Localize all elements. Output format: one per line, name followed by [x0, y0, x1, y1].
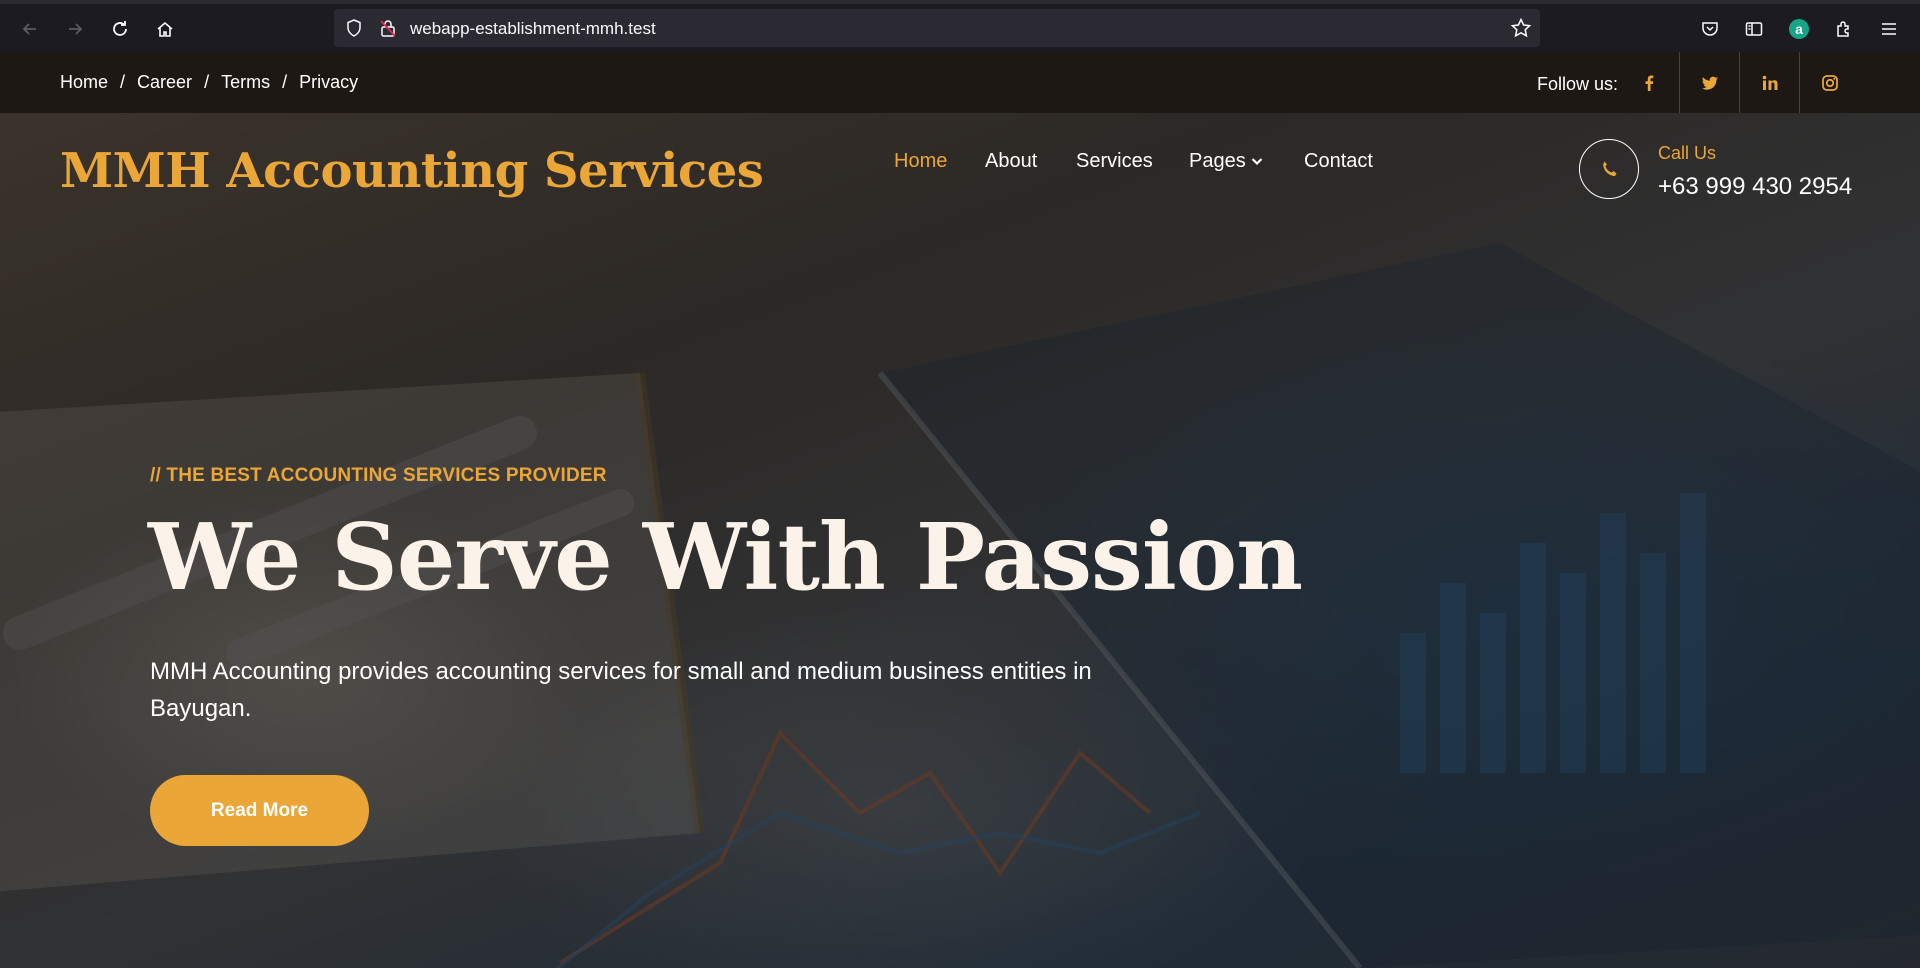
twitter-icon: [1701, 76, 1718, 90]
linkedin-link[interactable]: [1739, 52, 1799, 113]
nav-home[interactable]: Home: [894, 150, 947, 173]
instagram-link[interactable]: [1799, 52, 1859, 113]
hero-headline: We Serve With Passion: [148, 503, 1303, 611]
facebook-link[interactable]: [1619, 52, 1679, 113]
forward-arrow-icon: [69, 23, 83, 35]
hero-section: MMH Accounting Services Home About Servi…: [0, 113, 1920, 968]
breadcrumb-terms[interactable]: Terms: [221, 72, 270, 93]
breadcrumb: Home / Career / Terms / Privacy: [60, 72, 358, 93]
nav-pages[interactable]: Pages: [1189, 150, 1264, 173]
shield-icon[interactable]: [344, 18, 364, 38]
facebook-icon: [1645, 75, 1654, 91]
breadcrumb-separator: /: [120, 72, 126, 92]
chevron-down-icon: [1251, 158, 1262, 166]
url-text[interactable]: webapp-establishment-mmh.test: [410, 19, 656, 39]
puzzle-icon: [1837, 21, 1849, 37]
back-arrow-icon: [22, 23, 36, 35]
instagram-icon: [1821, 74, 1838, 91]
nav-pages-label: Pages: [1189, 149, 1246, 172]
read-more-button[interactable]: Read More: [150, 775, 369, 846]
pocket-icon: [1702, 22, 1718, 36]
reload-icon: [113, 21, 127, 36]
follow-us-label: Follow us:: [1537, 74, 1619, 94]
call-us-label: Call Us: [1658, 143, 1717, 163]
extension-a-icon: a: [1789, 19, 1809, 39]
top-utility-bar: Home / Career / Terms / Privacy Follow u…: [0, 52, 1920, 113]
sidebar-icon: [1745, 22, 1763, 36]
call-button[interactable]: [1579, 139, 1639, 199]
menu-button[interactable]: [1876, 16, 1902, 42]
breadcrumb-privacy[interactable]: Privacy: [299, 72, 358, 93]
hero-eyebrow: // THE BEST ACCOUNTING SERVICES PROVIDER: [150, 465, 607, 486]
site-logo[interactable]: MMH Accounting Services: [60, 143, 764, 199]
home-button[interactable]: [150, 14, 180, 44]
insecure-lock-icon[interactable]: [378, 18, 398, 38]
forward-button[interactable]: [60, 14, 90, 44]
nav-about[interactable]: About: [985, 150, 1037, 173]
bookmark-star-icon[interactable]: [1510, 17, 1532, 39]
breadcrumb-career[interactable]: Career: [137, 72, 192, 93]
address-bar[interactable]: webapp-establishment-mmh.test: [334, 9, 1540, 47]
phone-number[interactable]: +63 999 430 2954: [1658, 173, 1852, 201]
sidebar-button[interactable]: [1741, 16, 1767, 42]
back-button[interactable]: [15, 14, 45, 44]
hero-description: MMH Accounting provides accounting servi…: [150, 658, 1092, 722]
hamburger-icon: [1882, 23, 1896, 35]
reload-button[interactable]: [105, 14, 135, 44]
nav-contact[interactable]: Contact: [1304, 150, 1373, 173]
breadcrumb-home[interactable]: Home: [60, 72, 108, 93]
browser-toolbar: webapp-establishment-mmh.test a: [0, 0, 1920, 52]
pocket-button[interactable]: [1697, 16, 1723, 42]
linkedin-icon: [1762, 75, 1777, 90]
nav-services[interactable]: Services: [1076, 150, 1153, 173]
twitter-link[interactable]: [1679, 52, 1739, 113]
extension-a-button[interactable]: a: [1786, 16, 1812, 42]
extensions-button[interactable]: [1831, 16, 1857, 42]
breadcrumb-separator: /: [282, 72, 288, 92]
home-icon: [157, 21, 173, 37]
breadcrumb-separator: /: [204, 72, 210, 92]
phone-icon: [1603, 161, 1617, 176]
